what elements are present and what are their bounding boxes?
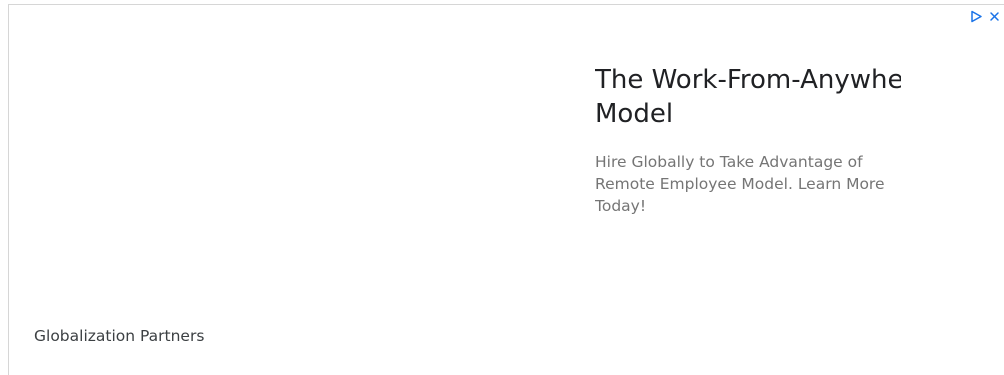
ad-container[interactable]: The Work-From-Anywhere Model Hire Global… (8, 4, 1004, 375)
ad-headline-line-1: The Work-From-Anywhere (595, 65, 901, 95)
ad-headline[interactable]: The Work-From-Anywhere Model (595, 63, 901, 131)
adchoices-icon[interactable] (969, 9, 984, 24)
close-icon[interactable] (987, 9, 1002, 24)
ad-description-line-3: Today! (595, 197, 647, 215)
ad-headline-line-2: Model (595, 99, 674, 129)
ad-controls (969, 8, 1002, 24)
ad-description-line-2: Remote Employee Model. Learn More (595, 175, 885, 193)
advertiser-name[interactable]: Globalization Partners (34, 325, 204, 347)
ad-text-block[interactable]: The Work-From-Anywhere Model Hire Global… (595, 63, 901, 217)
ad-description[interactable]: Hire Globally to Take Advantage of Remot… (595, 151, 901, 217)
ad-description-line-1: Hire Globally to Take Advantage of (595, 153, 863, 171)
